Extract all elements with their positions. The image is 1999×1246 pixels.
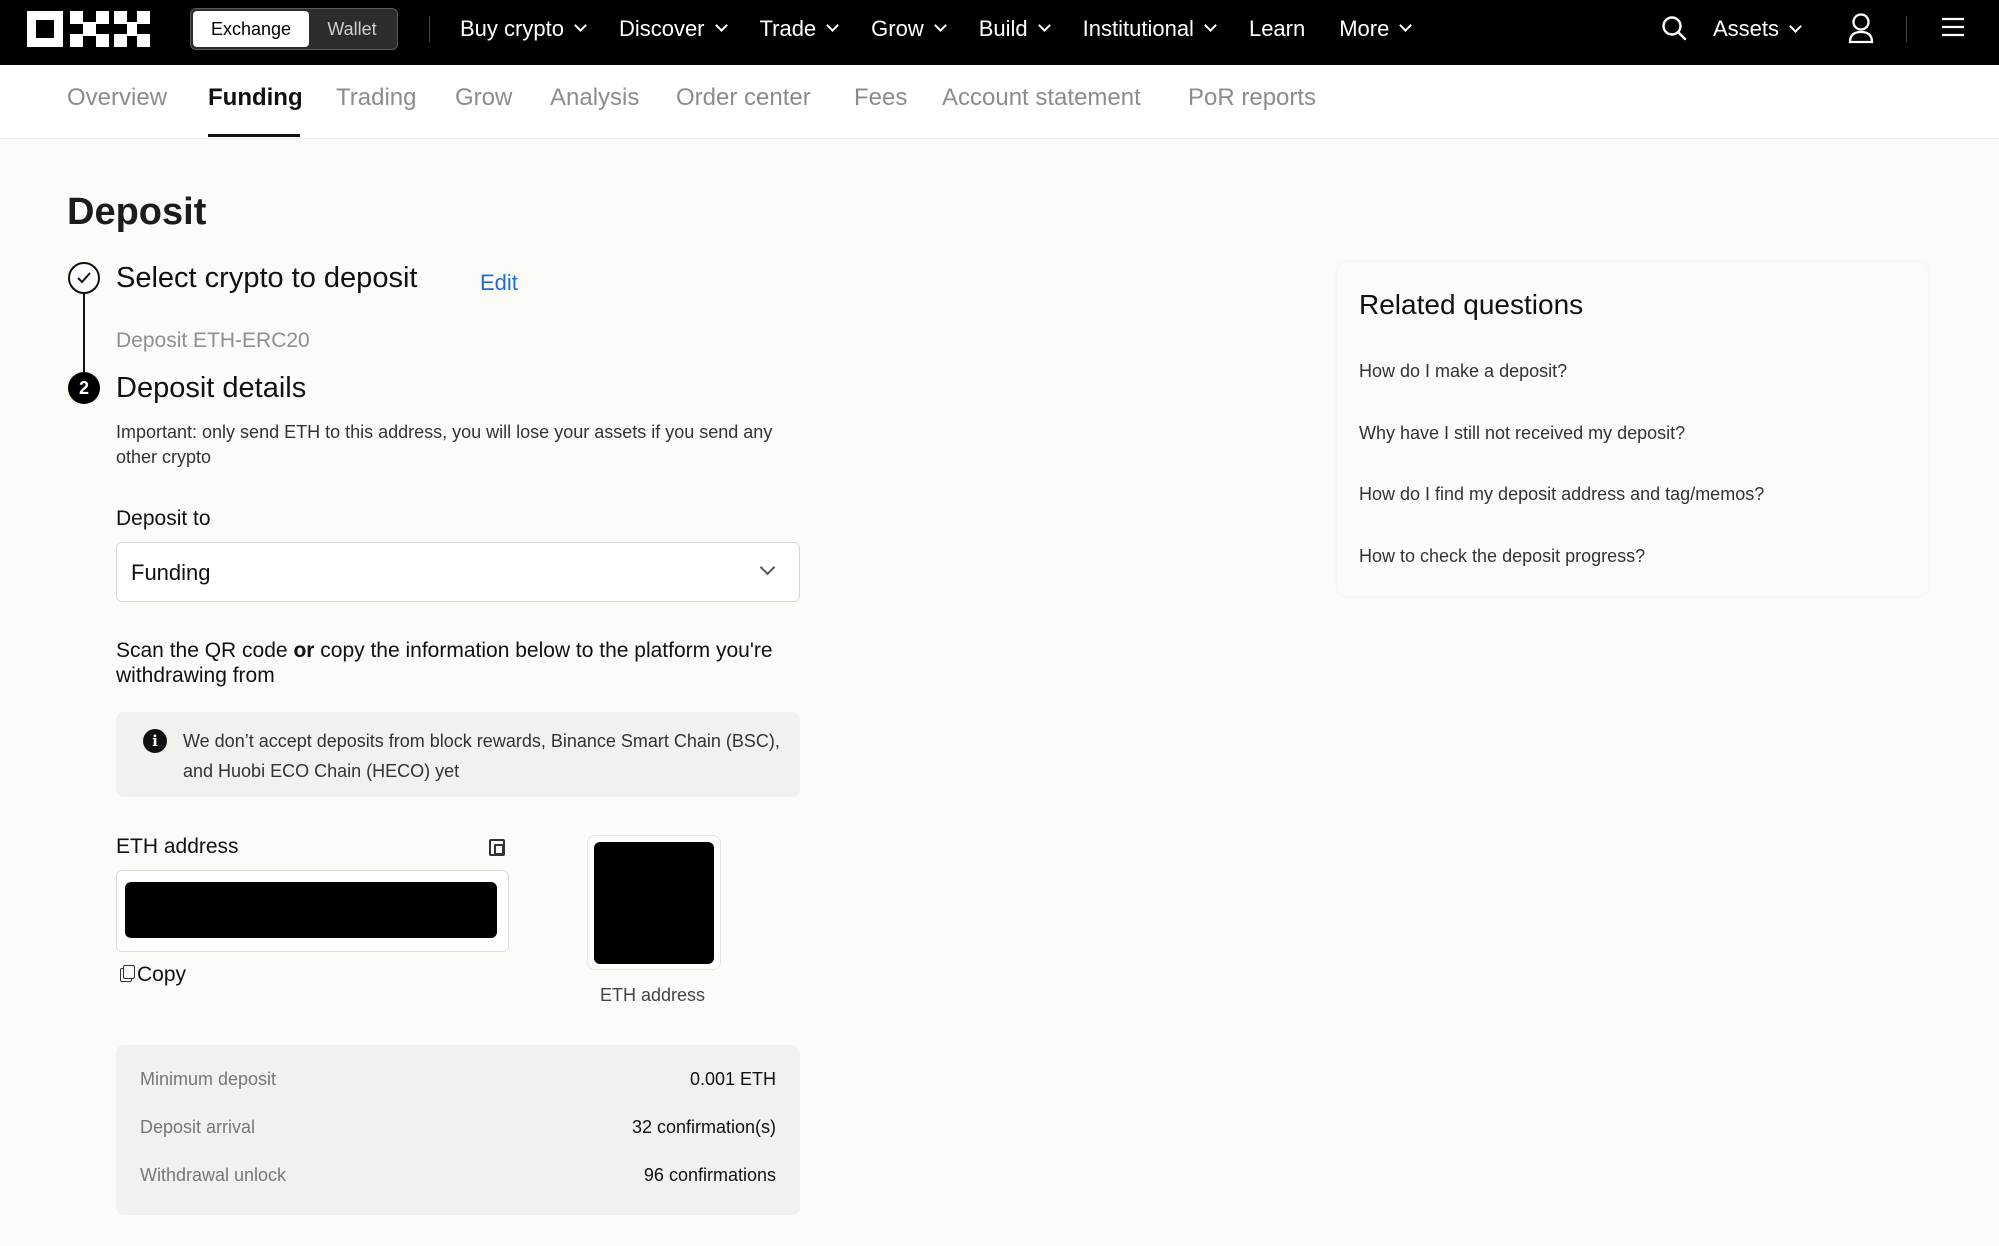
scan-text-part: Scan the QR code	[116, 639, 294, 662]
chevron-down-icon	[759, 559, 776, 576]
tab-grow[interactable]: Grow	[455, 84, 512, 112]
tab-funding[interactable]: Funding	[208, 84, 303, 112]
related-questions-title: Related questions	[1359, 289, 1584, 320]
step-connector	[83, 294, 85, 372]
related-question-link[interactable]: How do I make a deposit?	[1359, 361, 1567, 382]
info-key: Deposit arrival	[140, 1117, 256, 1137]
nav-grow[interactable]: Grow	[871, 15, 947, 42]
info-value: 32 confirmation(s)	[631, 1117, 776, 1137]
user-icon[interactable]	[1847, 12, 1875, 44]
nav-buy-crypto[interactable]: Buy crypto	[460, 15, 587, 42]
deposit-info-card: Minimum deposit 0.001 ETH Deposit arriva…	[116, 1045, 800, 1215]
nav-institutional[interactable]: Institutional	[1082, 15, 1217, 42]
copy-address-button[interactable]: Copy	[120, 963, 186, 987]
nav-label: Build	[978, 15, 1028, 41]
nav-label: Institutional	[1082, 15, 1194, 41]
nav-label: Grow	[871, 15, 924, 41]
step2-title: Deposit details	[116, 372, 307, 404]
selected-crypto-summary: Deposit ETH-ERC20	[116, 329, 310, 352]
important-warning-text: Important: only send ETH to this address…	[116, 422, 773, 467]
qr-code-image	[594, 842, 714, 964]
edit-crypto-link[interactable]: Edit	[480, 270, 518, 296]
chevron-down-icon	[1789, 19, 1802, 33]
chevron-down-icon	[1204, 19, 1217, 32]
eth-address-label: ETH address	[116, 835, 239, 858]
chevron-down-icon	[826, 19, 840, 32]
menu-icon[interactable]	[1942, 17, 1964, 37]
copy-icon	[120, 965, 135, 982]
nav-build[interactable]: Build	[978, 15, 1051, 42]
info-value: 0.001 ETH	[689, 1069, 776, 1089]
chevron-down-icon	[1037, 19, 1051, 32]
tab-analysis[interactable]: Analysis	[550, 84, 639, 112]
nav-learn[interactable]: Learn	[1249, 16, 1305, 42]
page-title: Deposit	[67, 191, 207, 233]
info-row-deposit-arrival: Deposit arrival 32 confirmation(s)	[140, 1117, 776, 1147]
divider	[429, 16, 430, 42]
deposit-notice: i We don’t accept deposits from block re…	[116, 712, 800, 797]
chevron-down-icon	[574, 19, 587, 32]
active-tab-indicator	[208, 134, 300, 137]
qr-caption: ETH address	[600, 985, 706, 1005]
info-row-minimum-deposit: Minimum deposit 0.001 ETH	[140, 1069, 776, 1099]
search-icon[interactable]	[1661, 15, 1687, 41]
info-key: Withdrawal unlock	[140, 1165, 287, 1185]
info-icon: i	[143, 729, 167, 753]
step-complete-icon	[68, 262, 100, 294]
chevron-down-icon	[714, 19, 728, 32]
deposit-to-label: Deposit to	[116, 507, 211, 530]
tab-por-reports[interactable]: PoR reports	[1188, 84, 1316, 112]
nav-label: Learn	[1248, 15, 1306, 41]
divider	[1906, 16, 1907, 42]
assets-subnav: Overview Funding Trading Grow Analysis O…	[0, 65, 1999, 139]
tab-order-center[interactable]: Order center	[676, 84, 811, 112]
assets-label: Assets	[1713, 16, 1780, 41]
info-row-withdrawal-unlock: Withdrawal unlock 96 confirmations	[140, 1165, 776, 1195]
chevron-down-icon	[933, 19, 947, 32]
nav-label: Trade	[759, 15, 817, 41]
notice-text: We don’t accept deposits from block rewa…	[183, 731, 780, 781]
tab-account-statement[interactable]: Account statement	[942, 84, 1141, 112]
chevron-down-icon	[1399, 19, 1413, 32]
scan-text-bold: or	[293, 639, 315, 662]
info-key: Minimum deposit	[140, 1069, 277, 1089]
okx-logo[interactable]	[27, 11, 150, 47]
deposit-to-value: Funding	[131, 560, 211, 585]
step1-title: Select crypto to deposit	[116, 262, 418, 294]
wallet-toggle-button[interactable]: Wallet	[309, 11, 395, 47]
nav-discover[interactable]: Discover	[618, 15, 728, 42]
qr-code-frame	[587, 835, 721, 970]
related-questions-panel: Related questions How do I make a deposi…	[1337, 262, 1928, 596]
nav-label: More	[1339, 15, 1390, 41]
eth-address-field[interactable]	[116, 870, 509, 952]
related-question-link[interactable]: How to check the deposit progress?	[1359, 546, 1645, 567]
top-navigation-bar: Exchange Wallet Buy crypto Discover Trad…	[0, 0, 1999, 65]
exchange-toggle-button[interactable]: Exchange	[193, 11, 309, 47]
related-question-link[interactable]: How do I find my deposit address and tag…	[1359, 484, 1764, 505]
assets-menu[interactable]: Assets	[1713, 16, 1802, 42]
related-question-link[interactable]: Why have I still not received my deposit…	[1359, 423, 1685, 444]
tab-trading[interactable]: Trading	[336, 84, 416, 112]
redacted-address	[125, 882, 497, 938]
address-book-icon[interactable]	[489, 839, 505, 856]
copy-label: Copy	[137, 963, 187, 986]
deposit-to-select[interactable]: Funding	[116, 542, 800, 602]
scan-instructions: Scan the QR code or copy the information…	[116, 638, 806, 688]
step2-number-badge: 2	[68, 372, 100, 404]
tab-fees[interactable]: Fees	[854, 84, 907, 112]
nav-trade[interactable]: Trade	[759, 15, 840, 42]
exchange-wallet-toggle: Exchange Wallet	[190, 8, 398, 50]
nav-label: Buy crypto	[460, 15, 564, 41]
nav-label: Discover	[618, 15, 705, 41]
info-value: 96 confirmations	[643, 1165, 776, 1185]
tab-overview[interactable]: Overview	[67, 84, 167, 112]
main-nav: Buy crypto Discover Trade Grow Build Ins…	[460, 0, 1444, 57]
nav-more[interactable]: More	[1339, 15, 1413, 42]
